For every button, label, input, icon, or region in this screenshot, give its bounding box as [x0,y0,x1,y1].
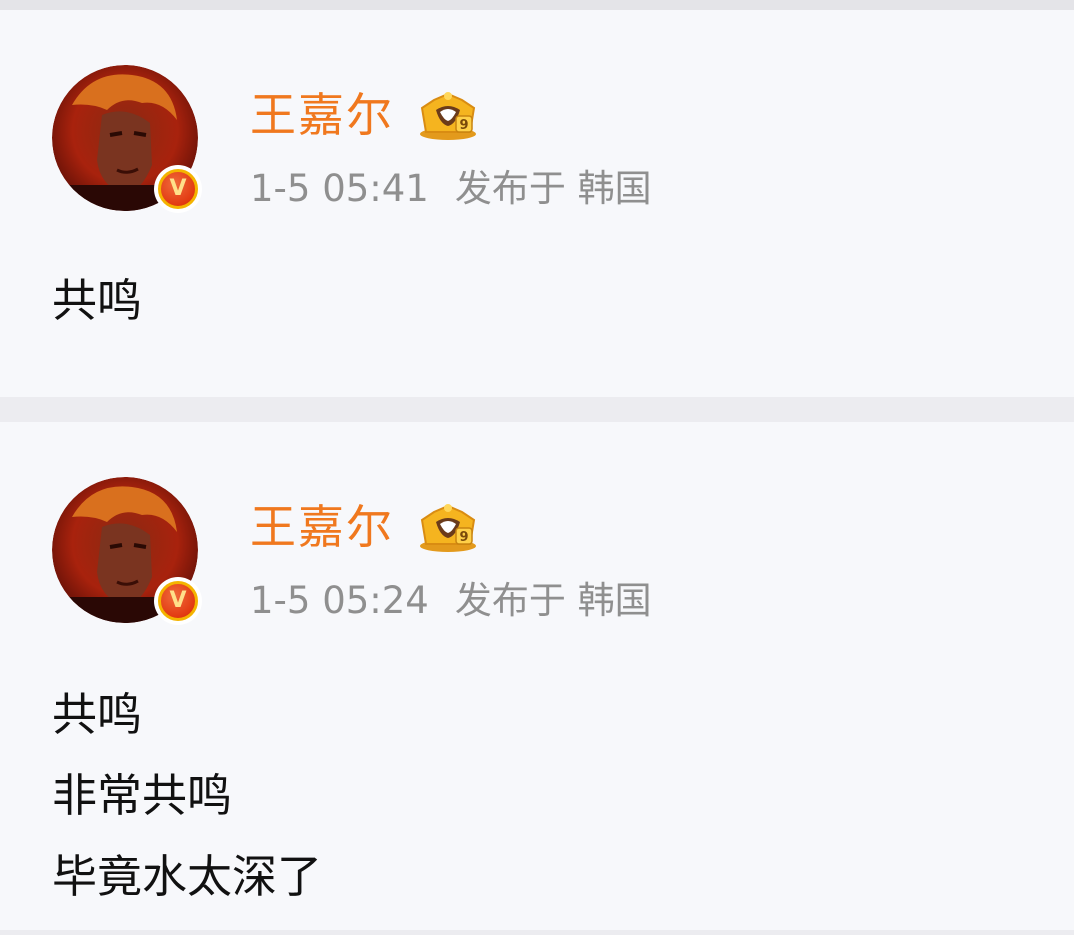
post-content: 共鸣 非常共鸣 毕竟水太深了 [52,692,322,935]
post-date: 1-5 05:41 [250,167,429,210]
post-card[interactable]: V 王嘉尔 9 1-5 05:24 发布于 韩国 共鸣 非常共鸣 毕竟水太深了 [0,422,1074,930]
post-card[interactable]: V 王嘉尔 9 1-5 05:41 发布于 韩国 共鸣 [0,10,1074,397]
verified-badge-icon: V [154,165,202,213]
avatar[interactable]: V [52,65,202,213]
post-meta: 1-5 05:24 发布于 韩国 [250,582,652,619]
post-line: 非常共鸣 [52,769,233,822]
vip-level: 9 [459,118,468,133]
vip-level: 9 [459,530,468,545]
post-location: 发布于 韩国 [454,167,652,210]
crown-vip-icon[interactable]: 9 [416,90,480,142]
avatar[interactable]: V [52,477,202,625]
post-line: 共鸣 [52,688,143,741]
verified-mark: V [158,581,198,621]
verified-mark: V [158,169,198,209]
author-name[interactable]: 王嘉尔 [250,504,394,550]
top-separator [0,0,1074,10]
weibo-feed: V 王嘉尔 9 1-5 05:41 发布于 韩国 共鸣 V 王嘉尔 9 1-5 … [0,0,1074,930]
crown-vip-icon[interactable]: 9 [416,502,480,554]
post-content: 共鸣 [52,278,142,359]
post-date: 1-5 05:24 [250,579,429,622]
post-line: 共鸣 [52,274,143,327]
post-line: 毕竟水太深了 [52,850,323,903]
post-meta: 1-5 05:41 发布于 韩国 [250,170,652,207]
post-location: 发布于 韩国 [454,579,652,622]
author-name[interactable]: 王嘉尔 [250,92,394,138]
verified-badge-icon: V [154,577,202,625]
